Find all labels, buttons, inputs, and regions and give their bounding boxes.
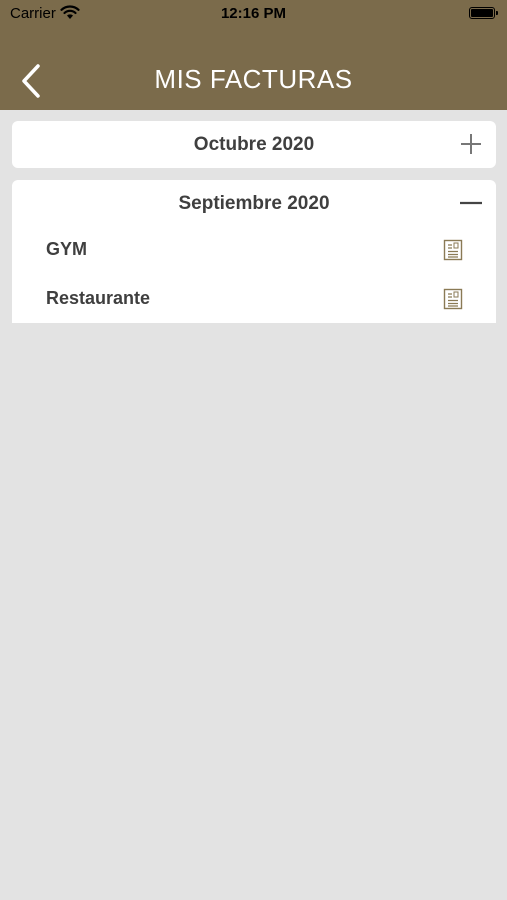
invoice-item-restaurante[interactable]: Restaurante xyxy=(12,278,496,318)
minus-icon[interactable] xyxy=(460,192,482,214)
status-bar: Carrier 12:16 PM xyxy=(0,0,507,28)
plus-icon[interactable] xyxy=(460,133,482,155)
invoice-label: Restaurante xyxy=(46,288,151,308)
month-header-septiembre[interactable]: Septiembre 2020 xyxy=(12,180,496,227)
status-time: 12:16 PM xyxy=(220,5,287,22)
invoice-item-gym[interactable]: GYM xyxy=(12,229,496,269)
month-section-septiembre: Septiembre 2020 GYM Restaurante xyxy=(12,180,496,323)
invoice-document-icon[interactable] xyxy=(443,239,463,261)
invoice-label: GYM xyxy=(46,239,88,259)
invoice-document-icon[interactable] xyxy=(443,288,463,310)
battery-icon xyxy=(469,7,498,19)
month-label: Octubre 2020 xyxy=(193,134,315,155)
month-header-octubre[interactable]: Octubre 2020 xyxy=(12,121,496,168)
navigation-header: Carrier 12:16 PM MIS FACTURAS xyxy=(0,0,507,110)
month-section-octubre: Octubre 2020 xyxy=(12,121,496,168)
page-title: MIS FACTURAS xyxy=(154,64,353,94)
month-label: Septiembre 2020 xyxy=(178,193,330,214)
